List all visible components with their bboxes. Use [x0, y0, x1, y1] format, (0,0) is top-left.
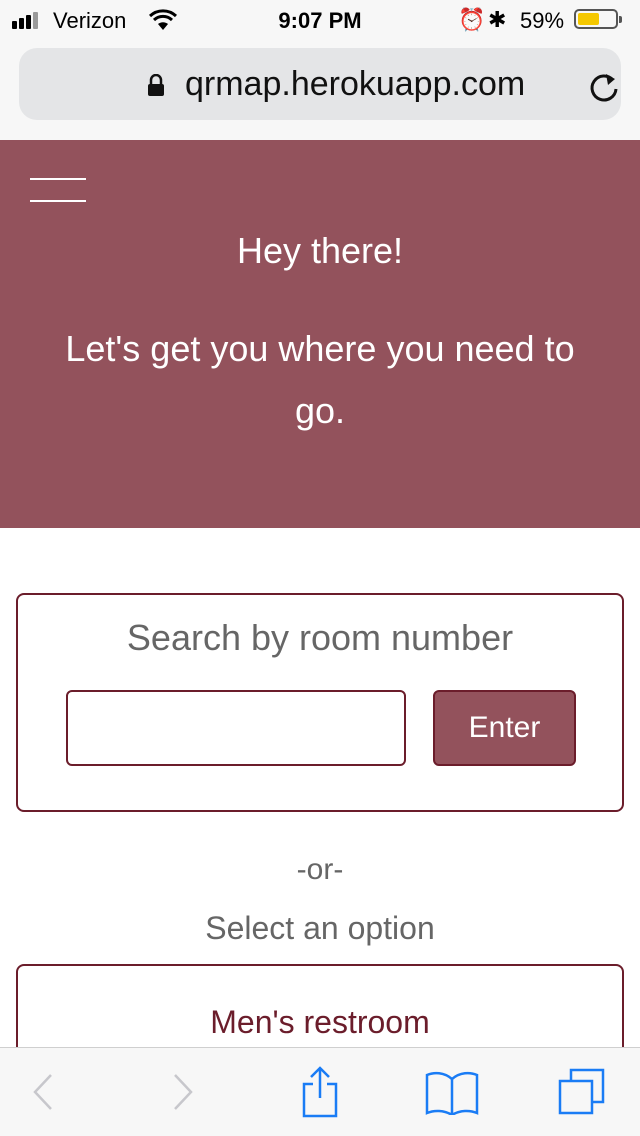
address-bar[interactable]: qrmap.herokuapp.com — [19, 48, 621, 120]
greeting-heading: Hey there! — [236, 230, 404, 271]
hamburger-menu-icon[interactable] — [30, 178, 86, 204]
tabs-icon[interactable] — [552, 1066, 612, 1118]
reload-icon[interactable] — [587, 70, 621, 104]
browser-address-area: qrmap.herokuapp.com — [0, 40, 640, 140]
enter-button[interactable]: Enter — [433, 690, 576, 766]
browser-toolbar — [0, 1047, 640, 1136]
back-icon[interactable] — [13, 1066, 73, 1118]
tagline: Let's get you where you need to go. — [65, 328, 575, 431]
search-title: Search by room number — [126, 617, 514, 658]
room-number-input[interactable] — [66, 690, 406, 766]
url-text: qrmap.herokuapp.com — [185, 65, 526, 103]
bookmarks-icon[interactable] — [422, 1066, 482, 1118]
battery-icon — [574, 9, 622, 29]
status-bar: Verizon 9:07 PM ⏰ ✱ 59% — [0, 0, 640, 40]
lock-icon — [148, 74, 164, 96]
bluetooth-icon: ✱ — [488, 7, 507, 32]
room-search-card: Search by room number Enter — [16, 593, 624, 812]
hero-banner: Hey there! Let's get you where you need … — [0, 140, 640, 528]
option-label: Men's restroom — [210, 1004, 430, 1040]
forward-icon[interactable] — [153, 1066, 213, 1118]
or-divider: -or- — [296, 853, 344, 886]
select-option-label: Select an option — [205, 910, 435, 946]
alarm-icon: ⏰ — [458, 7, 486, 32]
share-icon[interactable] — [290, 1066, 350, 1118]
battery-percent: 59% — [520, 8, 565, 33]
